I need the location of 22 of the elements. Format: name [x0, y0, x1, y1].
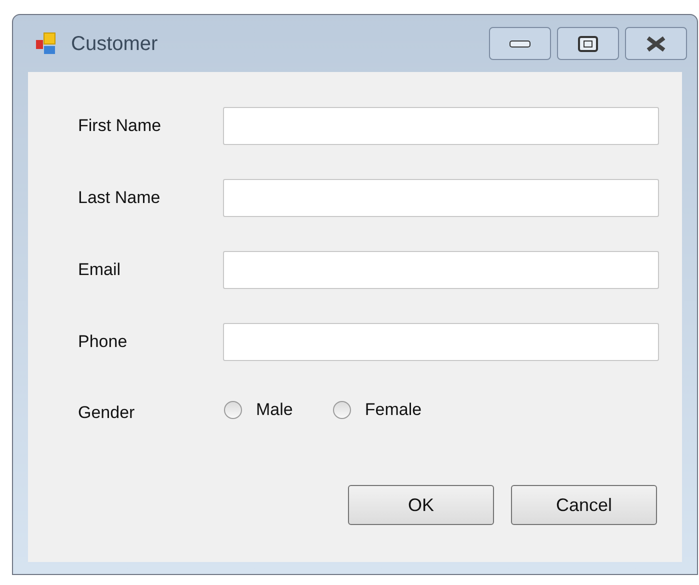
- field-label: Last Name: [78, 187, 162, 210]
- radio-option[interactable]: Male: [224, 397, 293, 423]
- text-field[interactable]: [223, 251, 659, 289]
- minimize-button[interactable]: [489, 27, 551, 60]
- maximize-icon: [578, 36, 598, 52]
- radio-option[interactable]: Female: [332, 397, 422, 423]
- dialog-button[interactable]: Cancel: [511, 485, 657, 525]
- close-icon: [645, 36, 667, 52]
- radio-button[interactable]: [332, 401, 351, 419]
- field-label: Gender: [78, 402, 136, 424]
- window-title: Customer: [71, 32, 158, 56]
- minimize-icon: [509, 38, 531, 48]
- close-button[interactable]: [625, 27, 687, 60]
- radio-button[interactable]: [224, 401, 242, 419]
- field-label: Email: [78, 259, 122, 282]
- maximize-button[interactable]: [557, 27, 619, 60]
- text-field[interactable]: [223, 323, 659, 361]
- dialog-button[interactable]: OK: [348, 485, 494, 525]
- field-label: Phone: [78, 331, 128, 354]
- field-label: First Name: [78, 115, 162, 138]
- text-field[interactable]: [223, 107, 659, 145]
- text-field[interactable]: [223, 179, 659, 217]
